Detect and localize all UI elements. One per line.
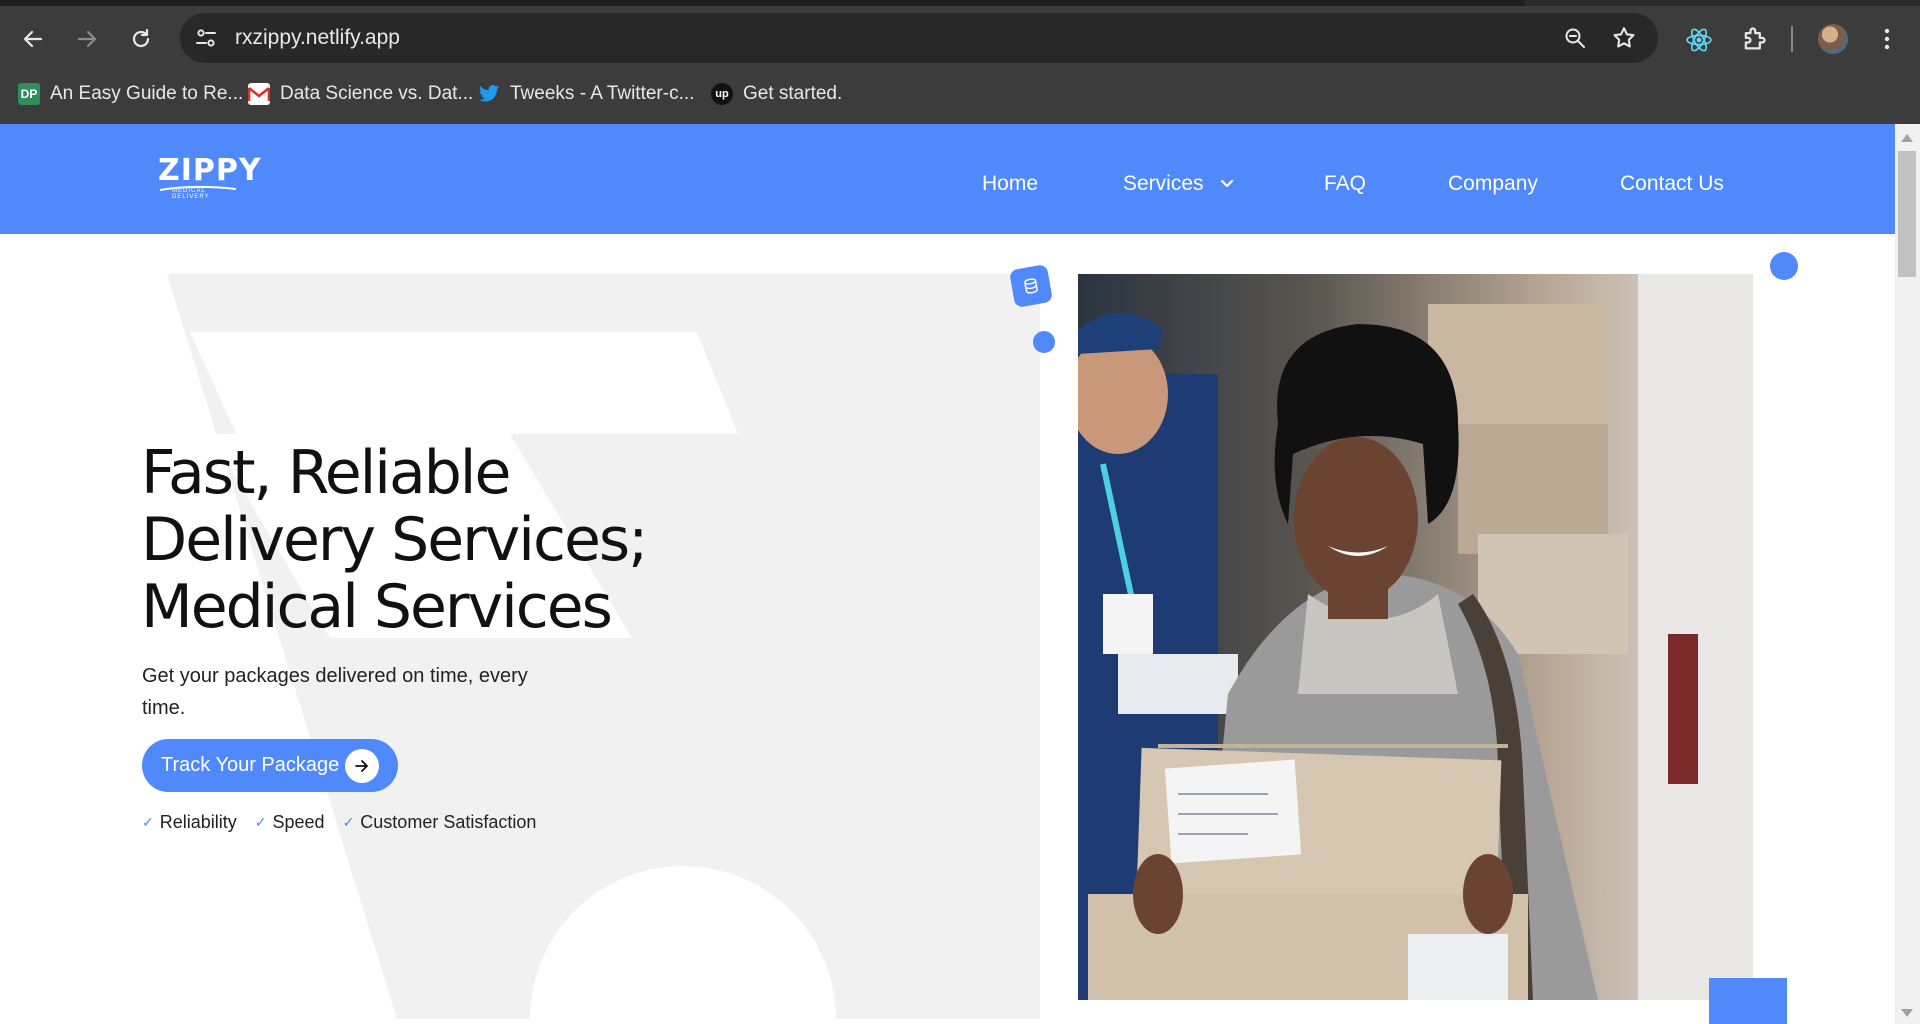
decorative-dot — [1770, 252, 1798, 280]
decorative-dot — [1033, 331, 1055, 353]
check-icon: ✓ — [342, 814, 355, 830]
scroll-down-arrow-icon[interactable] — [1901, 1009, 1913, 1017]
browser-chrome: rxzippy.netlify.app DP An Easy Guide to … — [0, 0, 1920, 124]
bookmark-label: An Easy Guide to Re... — [50, 83, 244, 104]
nav-home[interactable]: Home — [982, 172, 1038, 196]
check-icon: ✓ — [142, 814, 154, 830]
logo-swoosh-icon — [159, 185, 237, 191]
address-bar[interactable]: rxzippy.netlify.app — [180, 13, 1658, 63]
check-icon: ✓ — [254, 814, 267, 830]
twitter-icon — [478, 83, 500, 105]
hero-photo-courier-woman — [1078, 274, 1753, 1000]
react-devtools-icon[interactable] — [1684, 25, 1714, 55]
feature-item: ✓ Customer Satisfaction — [343, 812, 537, 833]
zoom-icon[interactable] — [1563, 26, 1587, 50]
nav-services[interactable]: Services — [1123, 172, 1204, 196]
feature-item: ✓ Reliability — [142, 812, 237, 833]
chevron-down-icon[interactable] — [1216, 172, 1238, 194]
profile-avatar[interactable] — [1818, 24, 1848, 54]
forward-icon[interactable] — [70, 22, 104, 56]
bookmark-item[interactable]: up Get started. — [711, 76, 842, 112]
site-info-icon[interactable] — [194, 26, 218, 50]
hero-title-line: Fast, Reliable — [141, 438, 511, 508]
zippy-logo[interactable]: ZIPPY MEDICAL DELIVERY — [158, 153, 262, 202]
bookmark-item[interactable]: Data Science vs. Dat... — [248, 76, 473, 112]
feature-label: Speed — [272, 812, 325, 832]
arrow-right-icon[interactable] — [345, 749, 379, 783]
scroll-thumb[interactable] — [1898, 151, 1916, 277]
upwork-icon: up — [711, 83, 733, 105]
reload-icon[interactable] — [124, 22, 158, 56]
bookmark-star-icon[interactable] — [1611, 25, 1637, 51]
bookmarks-bar: DP An Easy Guide to Re... Data Science v… — [0, 76, 1920, 112]
extensions-icon[interactable] — [1740, 25, 1768, 53]
site-header: ZIPPY MEDICAL DELIVERY Home Services FAQ… — [0, 124, 1895, 234]
hero-subtitle: Get your packages delivered on time, eve… — [142, 665, 528, 719]
bookmark-label: Get started. — [743, 83, 843, 104]
hero-title-line: Delivery Services; — [141, 505, 648, 575]
tab-strip-edge — [1525, 0, 1920, 6]
bookmark-label: Data Science vs. Dat... — [280, 83, 474, 104]
feature-item: ✓ Speed — [255, 812, 325, 833]
more-menu-icon[interactable] — [1874, 24, 1900, 54]
back-icon[interactable] — [16, 22, 50, 56]
decorative-block — [1709, 978, 1787, 1024]
logo-wordmark: ZIPPY — [158, 153, 262, 188]
nav-company[interactable]: Company — [1448, 172, 1538, 196]
bookmark-item[interactable]: Tweeks - A Twitter-c... — [478, 76, 694, 112]
hero-title: Fast, Reliable Delivery Services; Medica… — [141, 440, 781, 641]
feature-list: ✓ Reliability ✓ Speed ✓ Customer Satisfacti… — [142, 812, 536, 833]
feature-label: Customer Satisfaction — [360, 812, 537, 832]
scroll-up-arrow-icon[interactable] — [1901, 134, 1913, 142]
database-icon — [1008, 263, 1054, 309]
nav-faq[interactable]: FAQ — [1324, 172, 1366, 196]
gmail-icon — [248, 83, 270, 105]
bookmark-item[interactable]: DP An Easy Guide to Re... — [18, 76, 243, 112]
toolbar-divider — [1791, 26, 1793, 52]
nav-contact-us[interactable]: Contact Us — [1620, 172, 1724, 196]
hero-title-line: Medical Services — [141, 572, 613, 642]
dp-favicon-icon: DP — [18, 83, 40, 105]
feature-label: Reliability — [159, 812, 237, 832]
bookmark-label: Tweeks - A Twitter-c... — [510, 83, 695, 104]
url-text[interactable]: rxzippy.netlify.app — [235, 26, 400, 50]
